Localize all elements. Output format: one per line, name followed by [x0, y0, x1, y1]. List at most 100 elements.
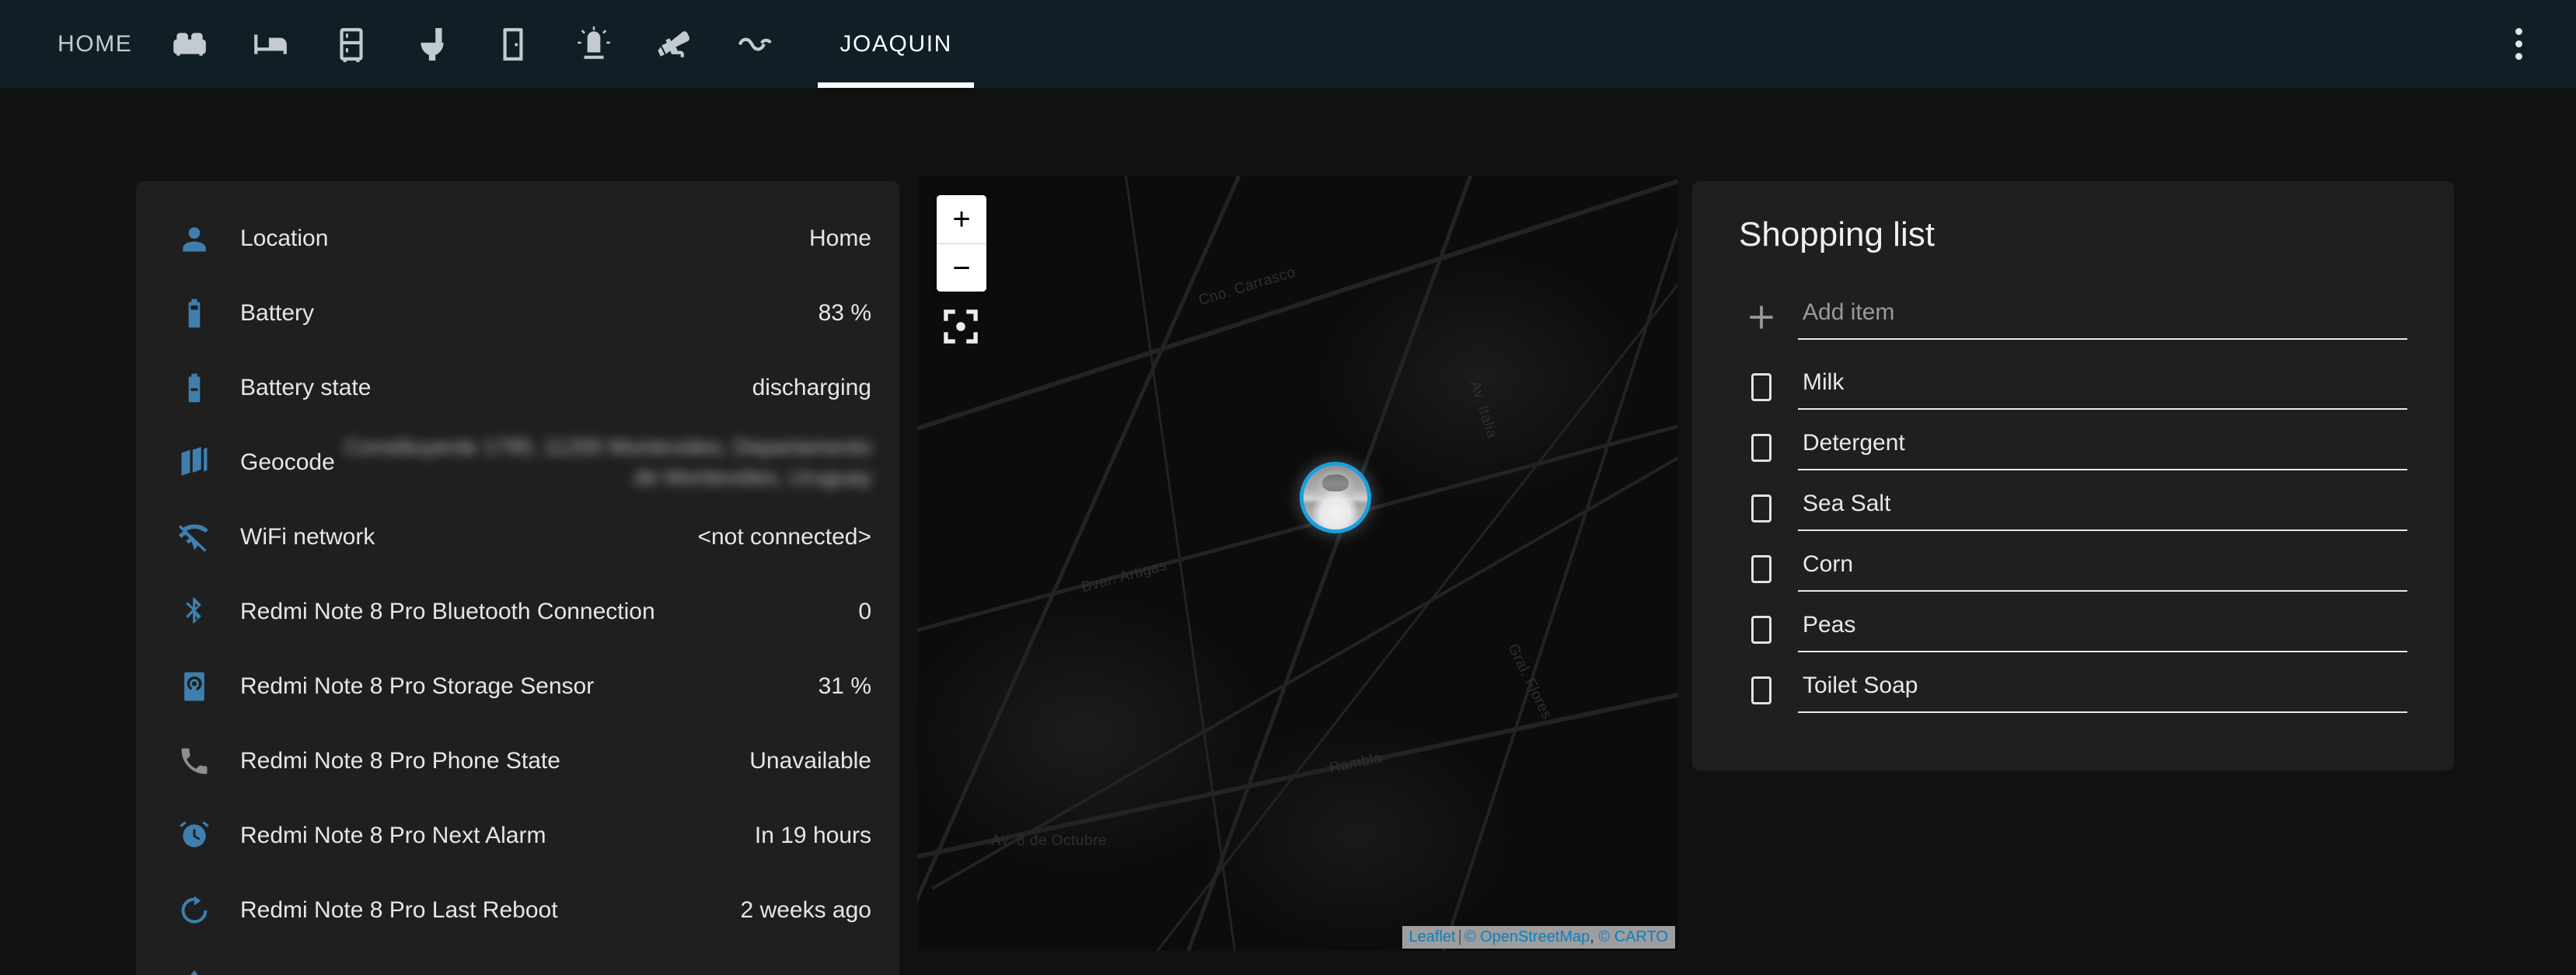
map-zoom-out-button[interactable]: − [937, 243, 986, 292]
avatar-photo [1304, 466, 1367, 529]
entity-name: Redmi Note 8 Pro Light Sensor [240, 972, 563, 975]
attribution-comma: , [1590, 928, 1594, 945]
entity-name: Redmi Note 8 Pro Bluetooth Connection [240, 599, 655, 625]
entity-name: Battery state [240, 375, 371, 401]
entity-value: In 19 hours [755, 823, 871, 849]
entity-row-light-sensor[interactable]: Redmi Note 8 Pro Light Sensor 1,744 lx [136, 948, 899, 975]
entity-row-location[interactable]: Location Home [136, 201, 899, 276]
map-tiles: Cno. Carrasco Av. Italia Bvar. Artigas R… [917, 176, 1677, 951]
dots-vertical-icon[interactable] [2495, 21, 2542, 68]
wifi-off-icon [170, 520, 218, 554]
tab-doors[interactable] [473, 0, 553, 88]
entity-value: <not connected> [697, 524, 871, 550]
entity-row-battery[interactable]: Battery 83 % [136, 276, 899, 351]
item-text-wrap [1798, 427, 2407, 470]
map-street-label: Av. Italia [1466, 379, 1500, 440]
tab-bathroom[interactable] [392, 0, 473, 88]
checkbox-icon [1751, 373, 1771, 401]
brightness-icon [170, 968, 218, 975]
entity-row-storage-sensor[interactable]: Redmi Note 8 Pro Storage Sensor 31 % [136, 649, 899, 724]
tab-joaquin[interactable]: JOAQUIN [818, 0, 974, 88]
dot [2515, 28, 2522, 35]
list-item [1739, 365, 2407, 410]
plus-icon[interactable] [1739, 295, 1784, 340]
item-text-wrap [1798, 548, 2407, 592]
restart-icon [170, 893, 218, 928]
entity-row-phone-state[interactable]: Redmi Note 8 Pro Phone State Unavailable [136, 724, 899, 799]
bed-icon [251, 25, 290, 64]
battery-icon [170, 296, 218, 330]
item-checkbox[interactable] [1739, 486, 1784, 531]
checkbox-icon [1751, 616, 1771, 644]
carto-link[interactable]: © CARTO [1598, 928, 1668, 945]
entity-name: Redmi Note 8 Pro Phone State [240, 748, 560, 774]
map-road [1394, 176, 1677, 951]
crosshairs-gps-icon[interactable] [938, 304, 983, 349]
entity-value: 31 % [819, 673, 871, 700]
tab-living-room[interactable] [149, 0, 230, 88]
app-header: HOME [0, 0, 2576, 88]
entity-row-bluetooth-connection[interactable]: Redmi Note 8 Pro Bluetooth Connection 0 [136, 575, 899, 649]
checkbox-icon [1751, 676, 1771, 704]
map-zoom-controls[interactable]: + − [937, 195, 986, 292]
entity-value: 0 [858, 599, 871, 625]
avatar[interactable] [1300, 462, 1371, 533]
map-card[interactable]: Cno. Carrasco Av. Italia Bvar. Artigas R… [917, 176, 1677, 951]
dot [2515, 40, 2522, 47]
entity-name: Location [240, 225, 328, 252]
entity-row-next-alarm[interactable]: Redmi Note 8 Pro Next Alarm In 19 hours [136, 799, 899, 873]
list-item [1739, 486, 2407, 531]
door-icon [494, 25, 532, 64]
entity-row-wifi-network[interactable]: WiFi network <not connected> [136, 500, 899, 575]
map-zoom-in-button[interactable]: + [937, 195, 986, 243]
tab-home[interactable]: HOME [40, 0, 149, 88]
item-checkbox[interactable] [1739, 607, 1784, 652]
openstreetmap-link[interactable]: © OpenStreetMap [1464, 928, 1590, 945]
shopping-list-card: Shopping list [1692, 181, 2454, 771]
item-label-input[interactable] [1798, 427, 2407, 470]
item-label-input[interactable] [1798, 669, 2407, 713]
leaflet-link[interactable]: Leaflet [1409, 928, 1456, 945]
item-checkbox[interactable] [1739, 365, 1784, 410]
dashboard-body: Location Home Battery 83 % Battery state… [0, 88, 2576, 975]
entity-value: Unavailable [749, 748, 871, 774]
entity-row-last-reboot[interactable]: Redmi Note 8 Pro Last Reboot 2 weeks ago [136, 873, 899, 948]
fridge-icon [332, 25, 371, 64]
map-street-label: Av. 8 de Octubre [991, 833, 1107, 850]
map-street-label: Gral. Flores [1504, 641, 1555, 722]
entity-row-battery-state[interactable]: Battery state discharging [136, 351, 899, 425]
entity-name: Battery [240, 300, 314, 327]
item-label-input[interactable] [1798, 488, 2407, 531]
dot [2515, 53, 2522, 60]
checkbox-icon [1751, 494, 1771, 522]
list-item [1739, 607, 2407, 652]
entity-name: Redmi Note 8 Pro Last Reboot [240, 897, 558, 924]
item-text-wrap [1798, 366, 2407, 410]
tab-alarm[interactable] [553, 0, 634, 88]
tab-kitchen[interactable] [311, 0, 392, 88]
siren-light-icon [574, 25, 613, 64]
item-label-input[interactable] [1798, 609, 2407, 652]
list-item [1739, 425, 2407, 470]
tab-cameras[interactable] [634, 0, 715, 88]
battery-minus-icon [170, 371, 218, 405]
add-item-row [1739, 295, 2407, 340]
item-checkbox[interactable] [1739, 668, 1784, 713]
map-street-label: Rambla [1328, 750, 1384, 778]
tab-sensors[interactable] [715, 0, 796, 88]
add-item-input[interactable] [1798, 296, 2407, 340]
tab-bedroom[interactable] [230, 0, 311, 88]
item-text-wrap [1798, 669, 2407, 713]
map-street-label: Bvar. Artigas [1080, 557, 1169, 597]
tab-joaquin-label: JOAQUIN [839, 31, 952, 58]
item-label-input[interactable] [1798, 366, 2407, 410]
entity-value: 2 weeks ago [741, 897, 871, 924]
tab-home-label: HOME [58, 31, 132, 58]
item-label-input[interactable] [1798, 548, 2407, 592]
list-item [1739, 668, 2407, 713]
item-checkbox[interactable] [1739, 425, 1784, 470]
item-checkbox[interactable] [1739, 547, 1784, 592]
entity-row-geocode[interactable]: Geocode Constituyente 1795, 11200 Montev… [136, 425, 899, 500]
map-street-label: Cno. Carrasco [1197, 264, 1298, 310]
list-item [1739, 547, 2407, 592]
